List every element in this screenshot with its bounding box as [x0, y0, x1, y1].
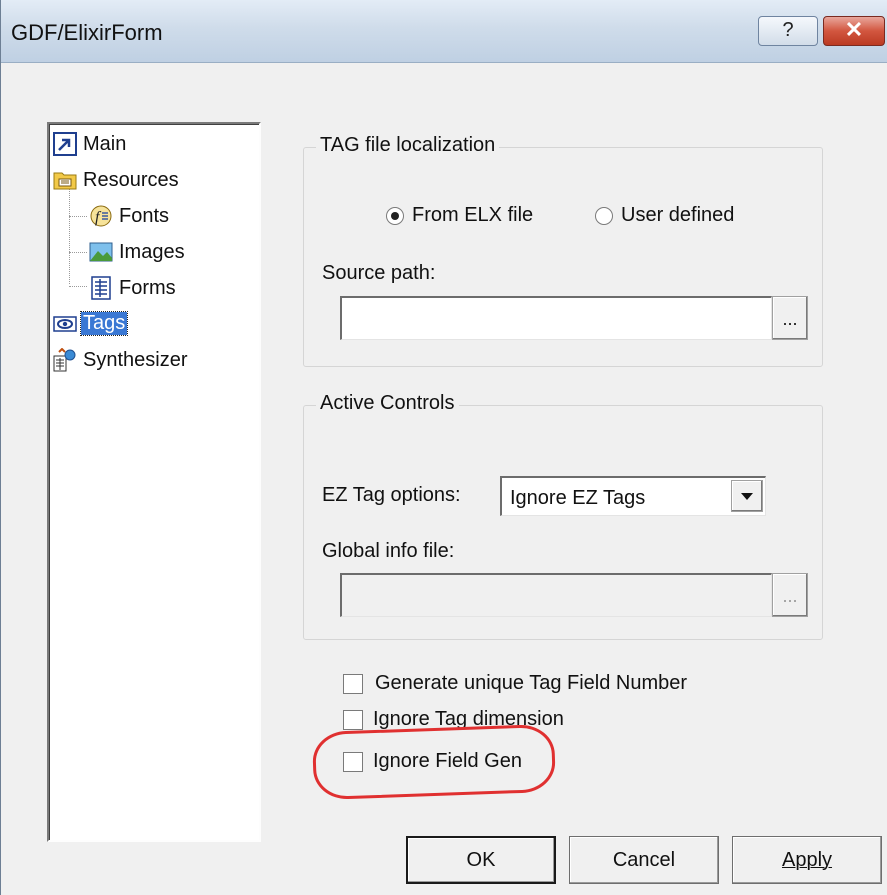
apply-button[interactable]: Apply — [732, 836, 882, 884]
tree-item-label: Main — [83, 133, 127, 155]
group-title: Active Controls — [316, 392, 459, 415]
source-path-browse-button[interactable]: ... — [772, 296, 808, 340]
tree-connector — [69, 184, 70, 284]
tags-icon — [53, 312, 77, 336]
global-info-browse-button: ... — [772, 573, 808, 617]
dialog-window: GDF/ElixirForm ? ✕ Main Resources f Font… — [0, 0, 887, 895]
user-defined-radio[interactable] — [595, 207, 613, 225]
apply-label: Apply — [781, 849, 833, 871]
tree-item-label: Forms — [119, 277, 176, 299]
tree-item-label: Tags — [79, 311, 129, 336]
tree-item-label: Synthesizer — [83, 349, 188, 371]
close-icon: ✕ — [844, 17, 864, 42]
settings-tree[interactable]: Main Resources f Fonts Images Forms Tags… — [47, 122, 261, 842]
forms-icon — [89, 276, 113, 300]
ellipsis-icon: ... — [782, 309, 798, 329]
radio-selected-dot — [391, 212, 399, 220]
tag-localization-group: TAG file localization From ELX file User… — [303, 134, 823, 367]
resources-icon — [53, 168, 77, 192]
tree-item-label: Images — [119, 241, 185, 263]
from-elx-label[interactable]: From ELX file — [412, 204, 533, 227]
tree-item-label: Fonts — [119, 205, 170, 227]
source-path-input[interactable] — [340, 296, 772, 340]
source-path-label: Source path: — [322, 262, 436, 284]
tree-connector — [69, 216, 87, 217]
global-info-file-input — [340, 573, 772, 617]
window-title: GDF/ElixirForm — [11, 20, 163, 45]
ok-button[interactable]: OK — [406, 836, 556, 884]
close-button[interactable]: ✕ — [823, 16, 885, 46]
user-defined-label[interactable]: User defined — [621, 204, 734, 227]
cancel-button[interactable]: Cancel — [569, 836, 719, 884]
main-icon — [53, 132, 77, 156]
title-bar[interactable]: GDF/ElixirForm ? ✕ — [1, 0, 887, 63]
ignore-tag-dimension-checkbox[interactable] — [343, 710, 363, 730]
from-elx-radio[interactable] — [386, 207, 404, 225]
active-controls-group: Active Controls EZ Tag options: Ignore E… — [303, 392, 823, 640]
global-info-file-label: Global info file: — [322, 540, 455, 562]
help-icon: ? — [782, 19, 794, 41]
fonts-icon: f — [89, 204, 113, 228]
ez-tag-options-label: EZ Tag options: — [322, 484, 461, 506]
group-title: TAG file localization — [316, 134, 500, 157]
tree-connector — [69, 252, 87, 253]
tree-connector — [69, 286, 87, 287]
dropdown-arrow-icon[interactable] — [731, 480, 763, 512]
help-button[interactable]: ? — [758, 16, 818, 46]
tree-item-label: Resources — [83, 169, 179, 191]
annotation-ellipse — [311, 723, 557, 801]
ez-tag-options-select[interactable]: Ignore EZ Tags — [500, 476, 766, 516]
ez-tag-options-value: Ignore EZ Tags — [510, 487, 646, 509]
ellipsis-icon: ... — [782, 586, 798, 606]
generate-unique-tag-label[interactable]: Generate unique Tag Field Number — [375, 672, 687, 695]
synthesizer-icon — [53, 347, 77, 372]
generate-unique-tag-checkbox[interactable] — [343, 674, 363, 694]
images-icon — [89, 240, 113, 264]
